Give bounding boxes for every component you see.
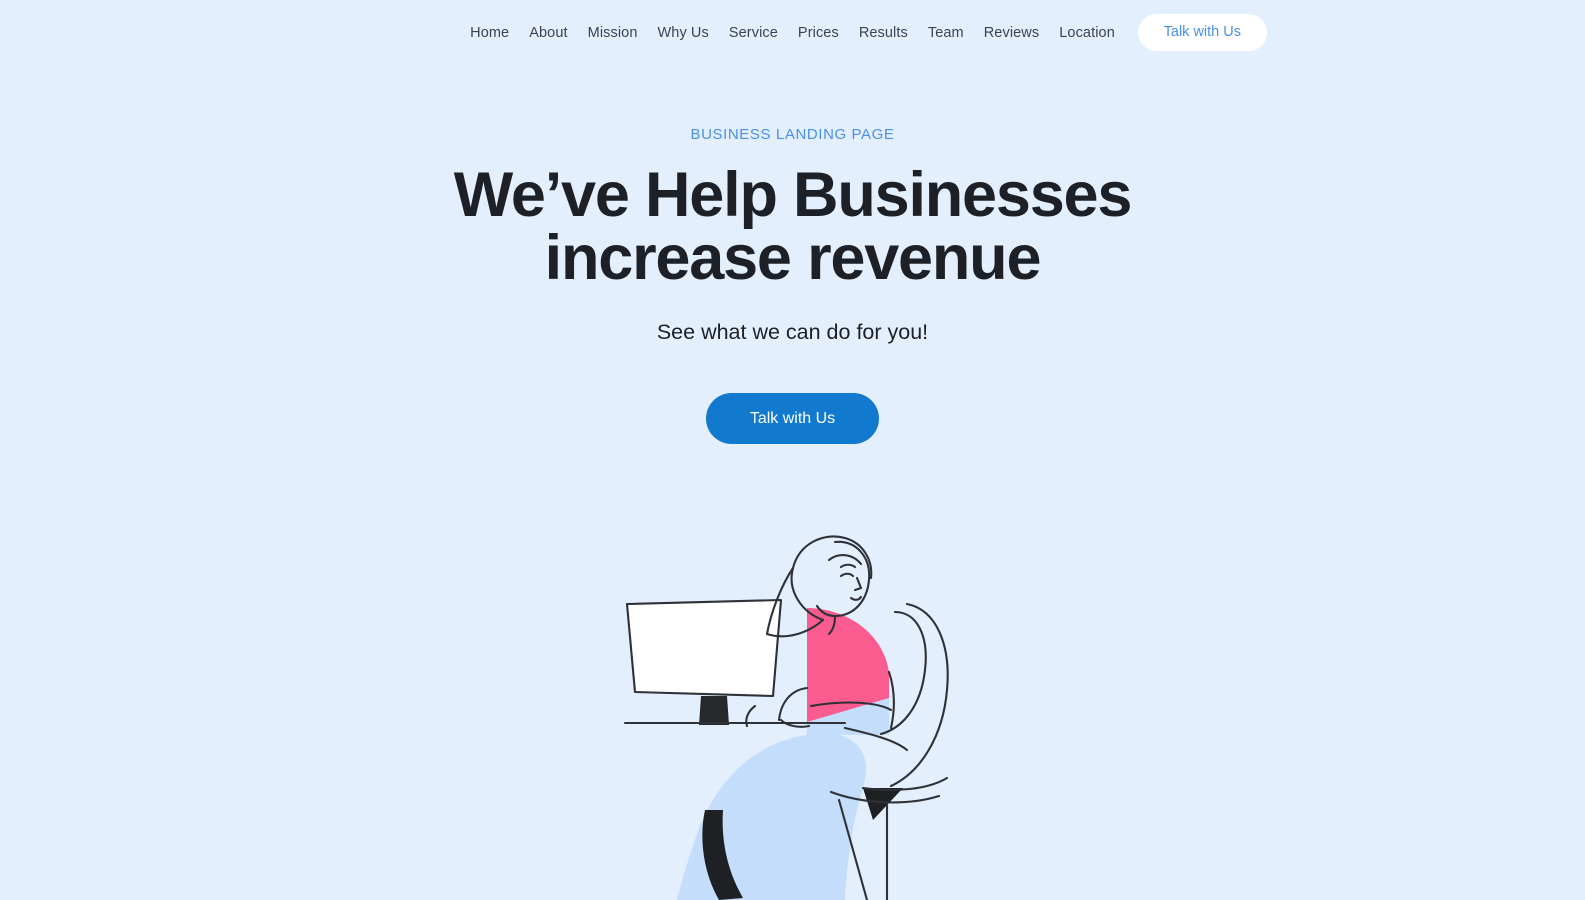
hero-section: BUSINESS LANDING PAGE We’ve Help Busines… (0, 0, 1585, 444)
shoe-right-shape (863, 788, 903, 820)
hero-talk-with-us-button[interactable]: Talk with Us (705, 393, 880, 444)
monitor-screen (625, 598, 783, 698)
mouth (849, 595, 863, 601)
hero-headline-line-1: We’ve Help Businesses (453, 160, 1133, 230)
arm-near (777, 686, 809, 722)
landing-page: Home About Mission Why Us Service Prices… (0, 0, 1585, 900)
eyebrow (839, 563, 857, 569)
nose (853, 576, 863, 592)
hero-illustration (595, 520, 995, 900)
hero-cta-container: Talk with Us (0, 393, 1585, 444)
hair-bangs (827, 554, 863, 566)
hero-headline: We’ve Help Businesses increase revenue (0, 164, 1585, 290)
hero-eyebrow: BUSINESS LANDING PAGE (690, 126, 895, 143)
monitor-stand (699, 696, 729, 725)
hero-headline-line-2: increase revenue (544, 223, 1042, 293)
hero-subheadline: See what we can do for you! (656, 320, 929, 344)
woman-at-desk-illustration (623, 535, 949, 900)
head-outline (815, 540, 871, 618)
eye (839, 572, 855, 578)
back-contour (887, 670, 895, 730)
